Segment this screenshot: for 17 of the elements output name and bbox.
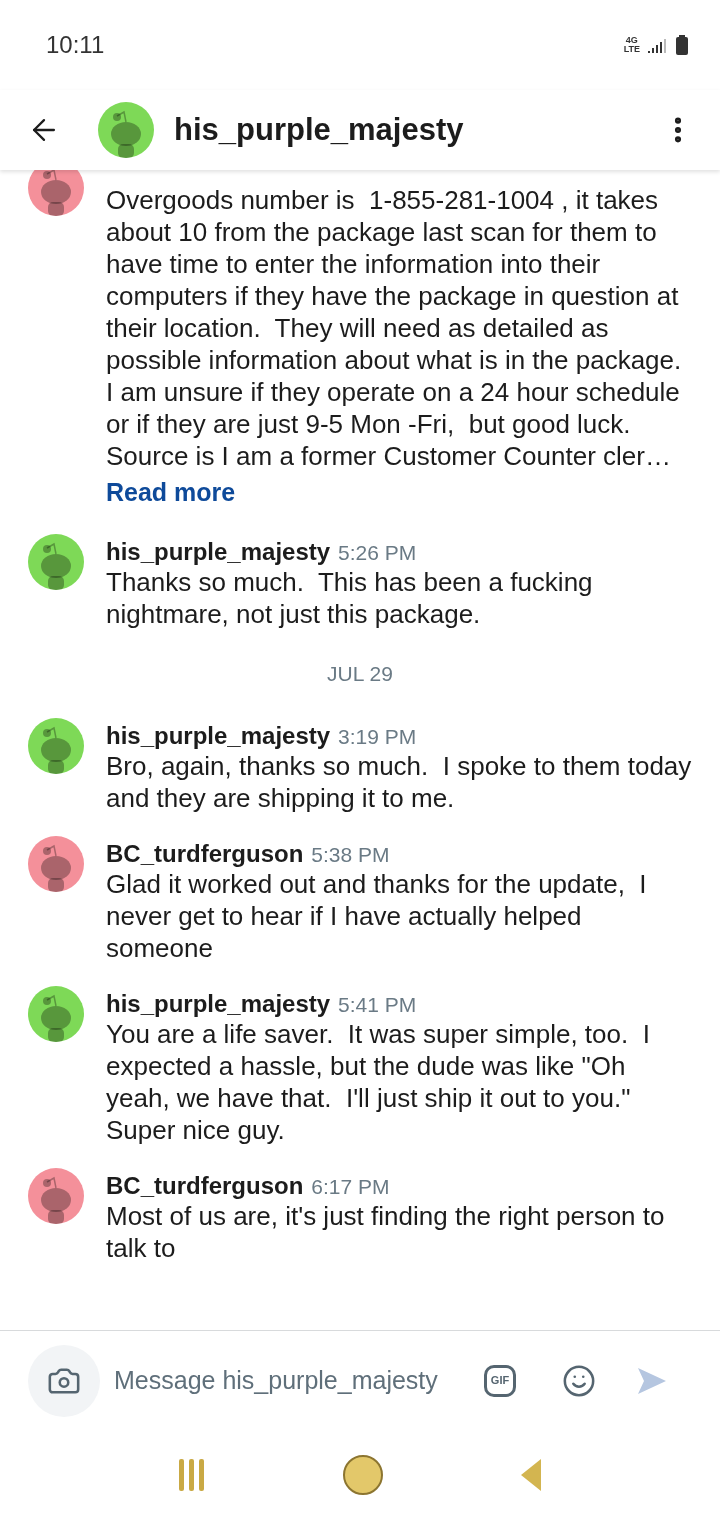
message-time: 6:17 PM (311, 1173, 390, 1200)
emoji-button[interactable] (562, 1363, 596, 1398)
message-time: 3:19 PM (338, 723, 417, 750)
network-label: 4G LTE (623, 36, 640, 54)
message-text: Overgoods number is 1-855-281-1004 , it takes about 10 from the package last scan for them to have time to enter the information into their computers if they have the package in question at their location. They will need as detailed as possible information about what is in the package. I am unsure if they operate on a 24 hour schedule or if they are just 9-5 Mon -Fri, but good luck. Source is I am a former Customer Counter cler… (106, 184, 683, 472)
message-time: 5:38 PM (311, 841, 390, 868)
status-time: 10:11 (46, 30, 105, 60)
message-time: 5:26 PM (338, 540, 417, 566)
gif-button[interactable]: GIF (484, 1364, 516, 1397)
chat-title: his_purple_majesty (174, 110, 465, 149)
signal-icon (648, 37, 668, 53)
read-more-link[interactable]: Read more (106, 472, 236, 512)
battery-icon (676, 35, 688, 55)
message-input[interactable]: Message his_purple_majesty (114, 1361, 474, 1400)
date-separator: JUL 29 (327, 661, 393, 687)
home-icon[interactable] (342, 1454, 384, 1496)
message-time: 5:41 PM (338, 991, 417, 1018)
